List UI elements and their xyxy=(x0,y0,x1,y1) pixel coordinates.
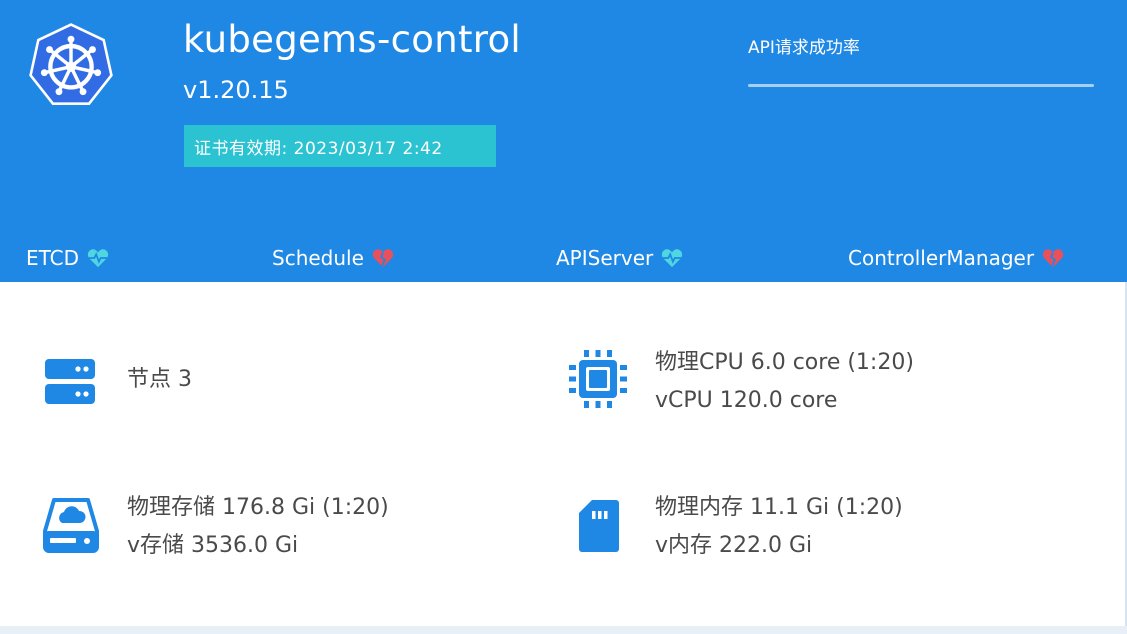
broken-heart-icon xyxy=(1042,249,1064,268)
storage-stat: 物理存储 176.8 Gi (1:20) v存储 3536.0 Gi xyxy=(127,489,389,565)
component-label: ControllerManager xyxy=(848,246,1035,270)
cloud-storage-icon xyxy=(43,498,99,553)
component-status-schedule: Schedule xyxy=(272,243,394,273)
heartbeat-icon xyxy=(662,249,683,268)
memory-stat: 物理内存 11.1 Gi (1:20) v内存 222.0 Gi xyxy=(655,489,903,565)
physical-storage: 物理存储 176.8 Gi (1:20) xyxy=(127,495,389,520)
physical-memory: 物理内存 11.1 Gi (1:20) xyxy=(655,495,903,520)
virtual-memory: v内存 222.0 Gi xyxy=(655,533,813,558)
cluster-name: kubegems-control xyxy=(183,18,521,61)
physical-cpu: 物理CPU 6.0 core (1:20) xyxy=(655,350,914,375)
virtual-cpu: vCPU 120.0 core xyxy=(655,388,838,413)
cert-expiry-badge: 证书有效期: 2023/03/17 2:42 xyxy=(184,125,496,167)
component-status-controllermanager: ControllerManager xyxy=(848,243,1064,273)
component-status-apiserver: APIServer xyxy=(556,243,683,273)
kubernetes-logo-icon xyxy=(29,23,113,105)
cluster-version: v1.20.15 xyxy=(183,76,289,104)
cpu-stat: 物理CPU 6.0 core (1:20) vCPU 120.0 core xyxy=(655,344,914,420)
component-status-etcd: ETCD xyxy=(26,243,109,273)
component-label: APIServer xyxy=(556,246,654,270)
api-success-rate-sparkline xyxy=(748,84,1094,87)
heartbeat-icon xyxy=(87,249,109,268)
cpu-icon xyxy=(569,350,627,408)
component-label: ETCD xyxy=(26,246,80,270)
api-success-rate-title: API请求成功率 xyxy=(748,38,860,58)
cluster-header: kubegems-control v1.20.15 证书有效期: 2023/03… xyxy=(0,0,1127,282)
component-label: Schedule xyxy=(272,246,364,270)
cluster-card: kubegems-control v1.20.15 证书有效期: 2023/03… xyxy=(0,0,1127,626)
nodes-count: 节点 3 xyxy=(127,367,192,392)
virtual-storage: v存储 3536.0 Gi xyxy=(127,533,299,558)
nodes-stat: 节点 3 xyxy=(127,361,192,399)
memory-card-icon xyxy=(579,500,619,552)
server-icon xyxy=(45,359,95,404)
broken-heart-icon xyxy=(372,249,394,268)
